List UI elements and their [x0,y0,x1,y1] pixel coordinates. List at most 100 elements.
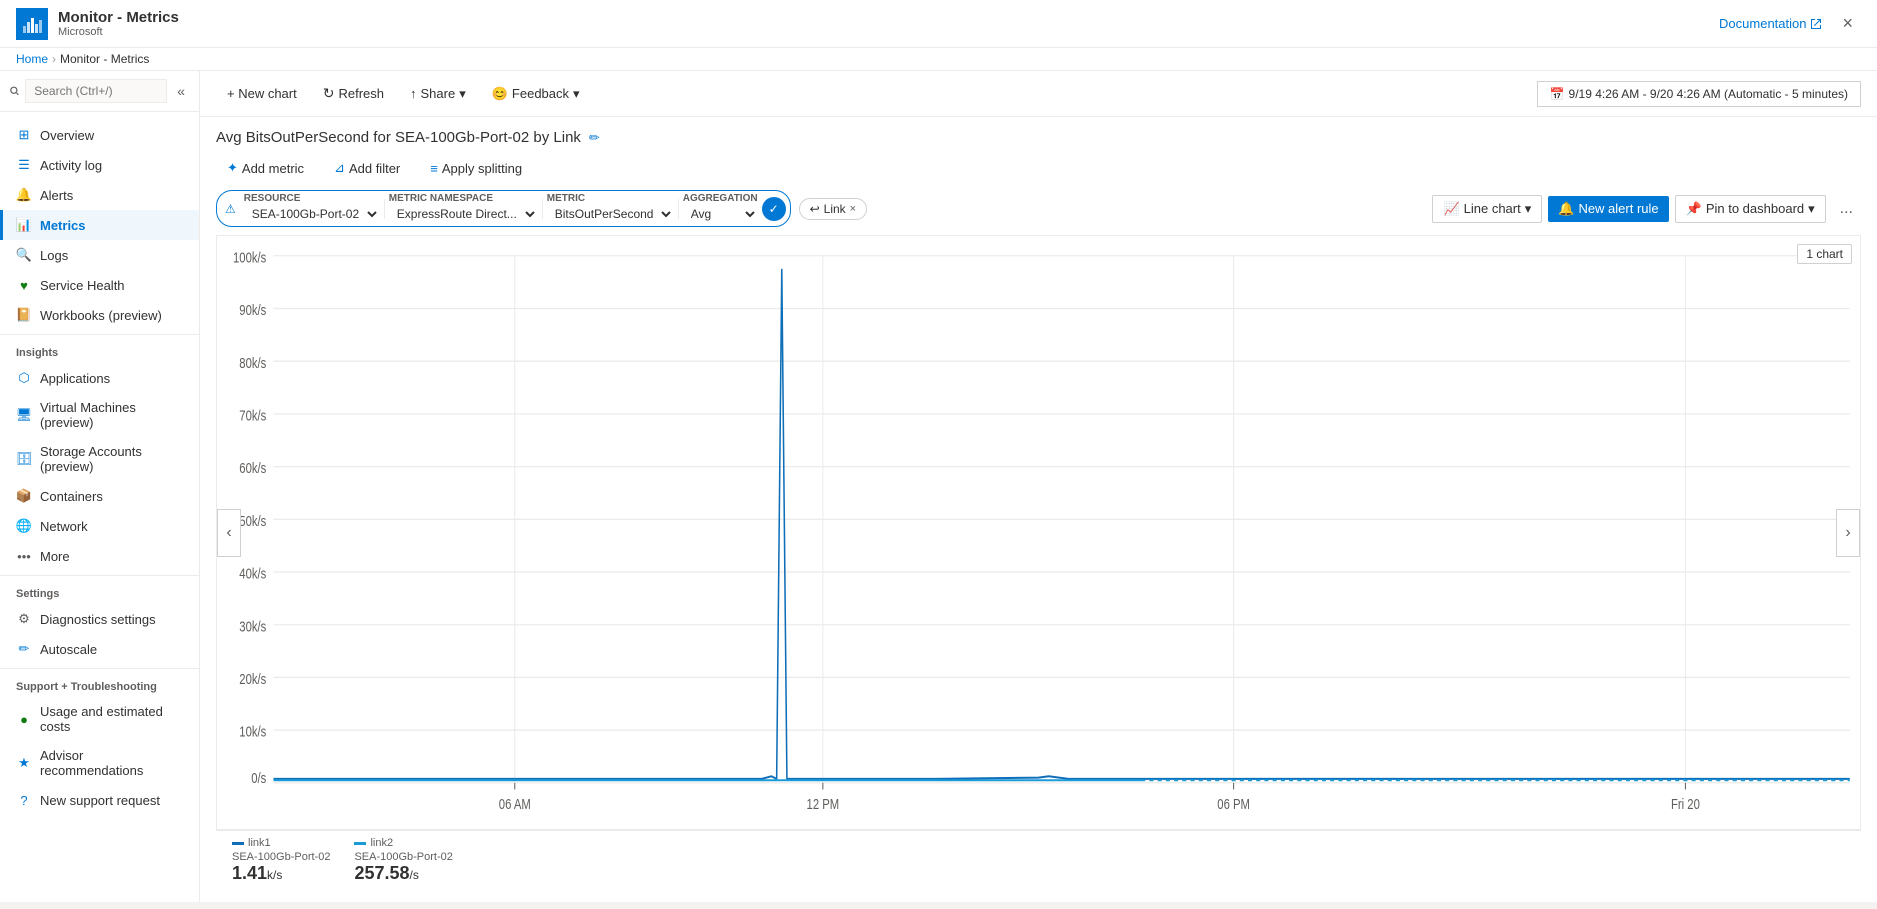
pin-dashboard-button[interactable]: 📌 Pin to dashboard ▾ [1675,195,1826,223]
line-chart-icon: 📈 [1443,201,1459,217]
sidebar-item-logs[interactable]: 🔍 Logs [0,240,199,270]
top-bar-left: Monitor - Metrics Microsoft [16,8,179,40]
new-alert-rule-button[interactable]: 🔔 New alert rule [1548,196,1668,222]
external-link-icon [1810,18,1822,30]
legend-value-link2: 257.58/s [354,863,452,884]
logs-icon: 🔍 [16,247,32,263]
settings-section-label: Settings [0,580,199,604]
aggregation-select[interactable]: Avg [683,204,758,224]
sidebar-item-activity-log[interactable]: ☰ Activity log [0,150,199,180]
sidebar-item-applications[interactable]: ⬡ Applications [0,363,199,393]
svg-text:0/s: 0/s [251,769,266,786]
aggregation-label: AGGREGATION [683,193,758,204]
close-button[interactable]: × [1834,9,1861,38]
breadcrumb-home[interactable]: Home [16,52,48,66]
sidebar-item-storage-accounts[interactable]: 🗄 Storage Accounts (preview) [0,437,199,481]
diagnostics-icon: ⚙ [16,611,32,627]
time-range-picker[interactable]: 📅 9/19 4:26 AM - 9/20 4:26 AM (Automatic… [1537,81,1861,107]
add-metric-icon: ✦ [227,160,238,176]
legend-resource-link2: SEA-100Gb-Port-02 [354,851,452,863]
sidebar-item-support-request-label: New support request [40,793,160,808]
sidebar-item-support-request[interactable]: ? New support request [0,785,199,815]
documentation-link[interactable]: Documentation [1719,16,1822,31]
sidebar-item-network[interactable]: 🌐 Network [0,511,199,541]
metric-select[interactable]: BitsOutPerSecond [547,204,674,224]
link-tag[interactable]: ↩ Link × [799,198,868,220]
pin-chevron-icon: ▾ [1808,201,1815,217]
legend-value-link1: 1.41k/s [232,863,330,884]
overview-icon: ⊞ [16,127,32,143]
sidebar-item-more[interactable]: ••• More [0,541,199,571]
sidebar-item-service-health[interactable]: ♥ Service Health [0,270,199,300]
sidebar-item-usage-costs-label: Usage and estimated costs [40,704,183,734]
svg-text:70k/s: 70k/s [239,407,266,424]
app-subtitle: Microsoft [58,26,179,38]
sidebar-item-workbooks-label: Workbooks (preview) [40,308,162,323]
more-options-button[interactable]: ... [1832,196,1861,222]
usage-costs-icon: ● [16,711,32,727]
metric-divider-1 [384,199,385,219]
sidebar: « ⊞ Overview ☰ Activity log 🔔 Alerts 📊 M… [0,71,200,902]
feedback-button[interactable]: 😊 Feedback ▾ [481,80,591,108]
breadcrumb-separator: › [52,52,56,66]
chart-prev-button[interactable]: ‹ [217,509,241,557]
sidebar-item-diagnostics[interactable]: ⚙ Diagnostics settings [0,604,199,634]
support-request-icon: ? [16,792,32,808]
metrics-icon: 📊 [16,217,32,233]
alert-icon: 🔔 [1558,201,1574,217]
namespace-select[interactable]: ExpressRoute Direct... [389,204,538,224]
sidebar-item-usage-costs[interactable]: ● Usage and estimated costs [0,697,199,741]
refresh-button[interactable]: ↻ Refresh [312,79,395,108]
chart-type-chevron-icon: ▾ [1525,201,1532,217]
sidebar-item-virtual-machines[interactable]: 🖥 Virtual Machines (preview) [0,393,199,437]
sidebar-item-diagnostics-label: Diagnostics settings [40,612,156,627]
svg-text:90k/s: 90k/s [239,302,266,319]
chart-next-button[interactable]: › [1836,509,1860,557]
add-metric-button[interactable]: ✦ Add metric [216,154,315,182]
sidebar-item-overview-label: Overview [40,128,94,143]
chart-title: Avg BitsOutPerSecond for SEA-100Gb-Port-… [216,129,581,146]
legend-color-link2 [354,842,366,845]
apply-splitting-button[interactable]: ≡ Apply splitting [419,155,533,182]
sidebar-item-advisor[interactable]: ★ Advisor recommendations [0,741,199,785]
main-layout: « ⊞ Overview ☰ Activity log 🔔 Alerts 📊 M… [0,71,1877,902]
breadcrumb: Home › Monitor - Metrics [0,48,1877,71]
chart-area: Avg BitsOutPerSecond for SEA-100Gb-Port-… [200,117,1877,902]
sidebar-item-autoscale[interactable]: ✏ Autoscale [0,634,199,664]
search-icon [10,85,19,97]
sidebar-item-containers[interactable]: 📦 Containers [0,481,199,511]
resource-select[interactable]: SEA-100Gb-Port-02 [244,204,380,224]
svg-text:10k/s: 10k/s [239,723,266,740]
refresh-icon: ↻ [323,85,335,102]
sidebar-item-metrics[interactable]: 📊 Metrics [0,210,199,240]
legend-resource-link1: SEA-100Gb-Port-02 [232,851,330,863]
insights-section-label: Insights [0,339,199,363]
search-input[interactable] [25,79,167,103]
sidebar-collapse-button[interactable]: « [173,79,189,103]
sidebar-item-logs-label: Logs [40,248,68,263]
chart-type-button[interactable]: 📈 Line chart ▾ [1432,195,1542,223]
resource-label: RESOURCE [244,193,380,204]
metric-pill-icon: ⚠ [221,202,240,216]
sidebar-item-metrics-label: Metrics [40,218,86,233]
applications-icon: ⬡ [16,370,32,386]
sidebar-item-alerts[interactable]: 🔔 Alerts [0,180,199,210]
svg-text:06 AM: 06 AM [499,796,531,813]
share-button[interactable]: ↑ Share ▾ [399,80,477,108]
new-chart-button[interactable]: + New chart [216,80,308,107]
sidebar-item-workbooks[interactable]: 📔 Workbooks (preview) [0,300,199,330]
sidebar-item-alerts-label: Alerts [40,188,73,203]
autoscale-icon: ✏ [16,641,32,657]
chart-badge: 1 chart [1797,244,1852,264]
chart-title-edit-button[interactable]: ✏ [589,130,600,146]
monitor-icon [22,14,42,34]
feedback-chevron-icon: ▾ [573,86,580,102]
add-filter-button[interactable]: ⊿ Add filter [323,154,411,182]
sidebar-item-overview[interactable]: ⊞ Overview [0,120,199,150]
link-tag-close-button[interactable]: × [850,203,856,215]
svg-text:Fri 20: Fri 20 [1671,796,1700,813]
svg-text:80k/s: 80k/s [239,354,266,371]
metric-divider-3 [678,199,679,219]
legend-label-link2-name: link2 [370,837,393,849]
metric-confirm-button[interactable]: ✓ [762,197,786,221]
